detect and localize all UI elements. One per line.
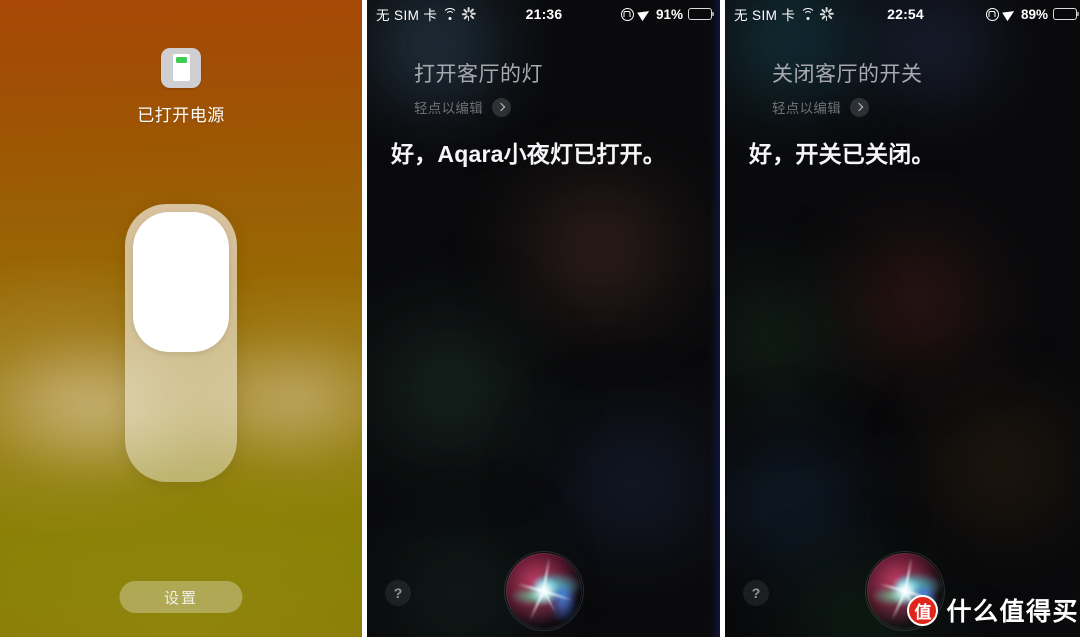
screenshot-root: 已打开电源 设置 无 SIM 卡 21:36 91% 打开客厅的灯 轻点以编辑 … — [0, 0, 1080, 637]
siri-query-block[interactable]: 打开客厅的灯 轻点以编辑 — [414, 58, 543, 117]
status-bar-right: 91% — [562, 7, 712, 22]
activity-spinner-icon — [461, 7, 476, 21]
siri-query-text: 打开客厅的灯 — [414, 63, 543, 86]
carrier-label: 无 SIM 卡 — [376, 8, 438, 23]
status-bar-right: 89% — [924, 7, 1077, 22]
vertical-switch-control[interactable] — [125, 204, 237, 482]
siri-orb-core — [528, 576, 559, 606]
siri-edit-row[interactable]: 轻点以编辑 — [772, 97, 923, 117]
clock-label: 21:36 — [525, 6, 563, 22]
clock-label: 22:54 — [887, 6, 924, 22]
siri-help-button[interactable]: ? — [385, 580, 411, 606]
chevron-right-icon[interactable] — [850, 97, 869, 117]
wifi-icon — [800, 8, 816, 20]
battery-icon — [1053, 8, 1077, 20]
siri-query-block[interactable]: 关闭客厅的开关 轻点以编辑 — [772, 58, 923, 117]
location-arrow-icon — [1004, 8, 1016, 20]
panel-edge-shade — [710, 0, 720, 637]
status-bar: 无 SIM 卡 22:54 89% — [725, 0, 1080, 28]
siri-light-panel: 无 SIM 卡 21:36 91% 打开客厅的灯 轻点以编辑 好，Aqara小夜… — [367, 0, 720, 637]
switch-icon-led — [175, 57, 187, 63]
wall-switch-icon — [161, 48, 201, 88]
siri-query-text: 关闭客厅的开关 — [772, 63, 923, 86]
accessory-header: 已打开电源 — [0, 48, 362, 126]
rotation-lock-icon — [985, 7, 999, 21]
watermark: 值 什么值得买 — [907, 592, 1079, 628]
siri-edit-row[interactable]: 轻点以编辑 — [414, 97, 543, 117]
switch-icon-face — [172, 54, 190, 81]
activity-spinner-icon — [819, 7, 834, 21]
battery-percent-label: 91% — [655, 6, 683, 22]
switch-knob[interactable] — [133, 212, 229, 352]
carrier-label: 无 SIM 卡 — [734, 8, 796, 23]
siri-edit-hint: 轻点以编辑 — [772, 101, 841, 116]
wifi-icon — [442, 8, 458, 20]
siri-answer-text: 好，开关已关闭。 — [749, 141, 935, 167]
siri-help-button[interactable]: ? — [743, 580, 769, 606]
settings-button[interactable]: 设置 — [119, 581, 243, 613]
siri-switch-panel: 无 SIM 卡 22:54 89% 关闭客厅的开关 轻点以编辑 好，开关已关闭。… — [725, 0, 1080, 637]
rotation-lock-icon — [620, 7, 634, 21]
status-bar-left: 无 SIM 卡 — [734, 4, 887, 24]
siri-edit-hint: 轻点以编辑 — [414, 101, 483, 116]
siri-answer-text: 好，Aqara小夜灯已打开。 — [391, 141, 666, 167]
location-arrow-icon — [639, 8, 651, 20]
battery-icon — [688, 8, 712, 20]
home-accessory-panel: 已打开电源 设置 — [0, 0, 362, 637]
battery-percent-label: 89% — [1020, 6, 1048, 22]
chevron-right-icon[interactable] — [492, 97, 511, 117]
status-bar-left: 无 SIM 卡 — [376, 4, 526, 24]
watermark-badge: 值 — [907, 594, 939, 626]
accessory-status-label: 已打开电源 — [137, 106, 225, 125]
status-bar: 无 SIM 卡 21:36 91% — [367, 0, 720, 28]
siri-orb-icon[interactable] — [503, 551, 584, 631]
watermark-text: 什么值得买 — [946, 598, 1079, 626]
